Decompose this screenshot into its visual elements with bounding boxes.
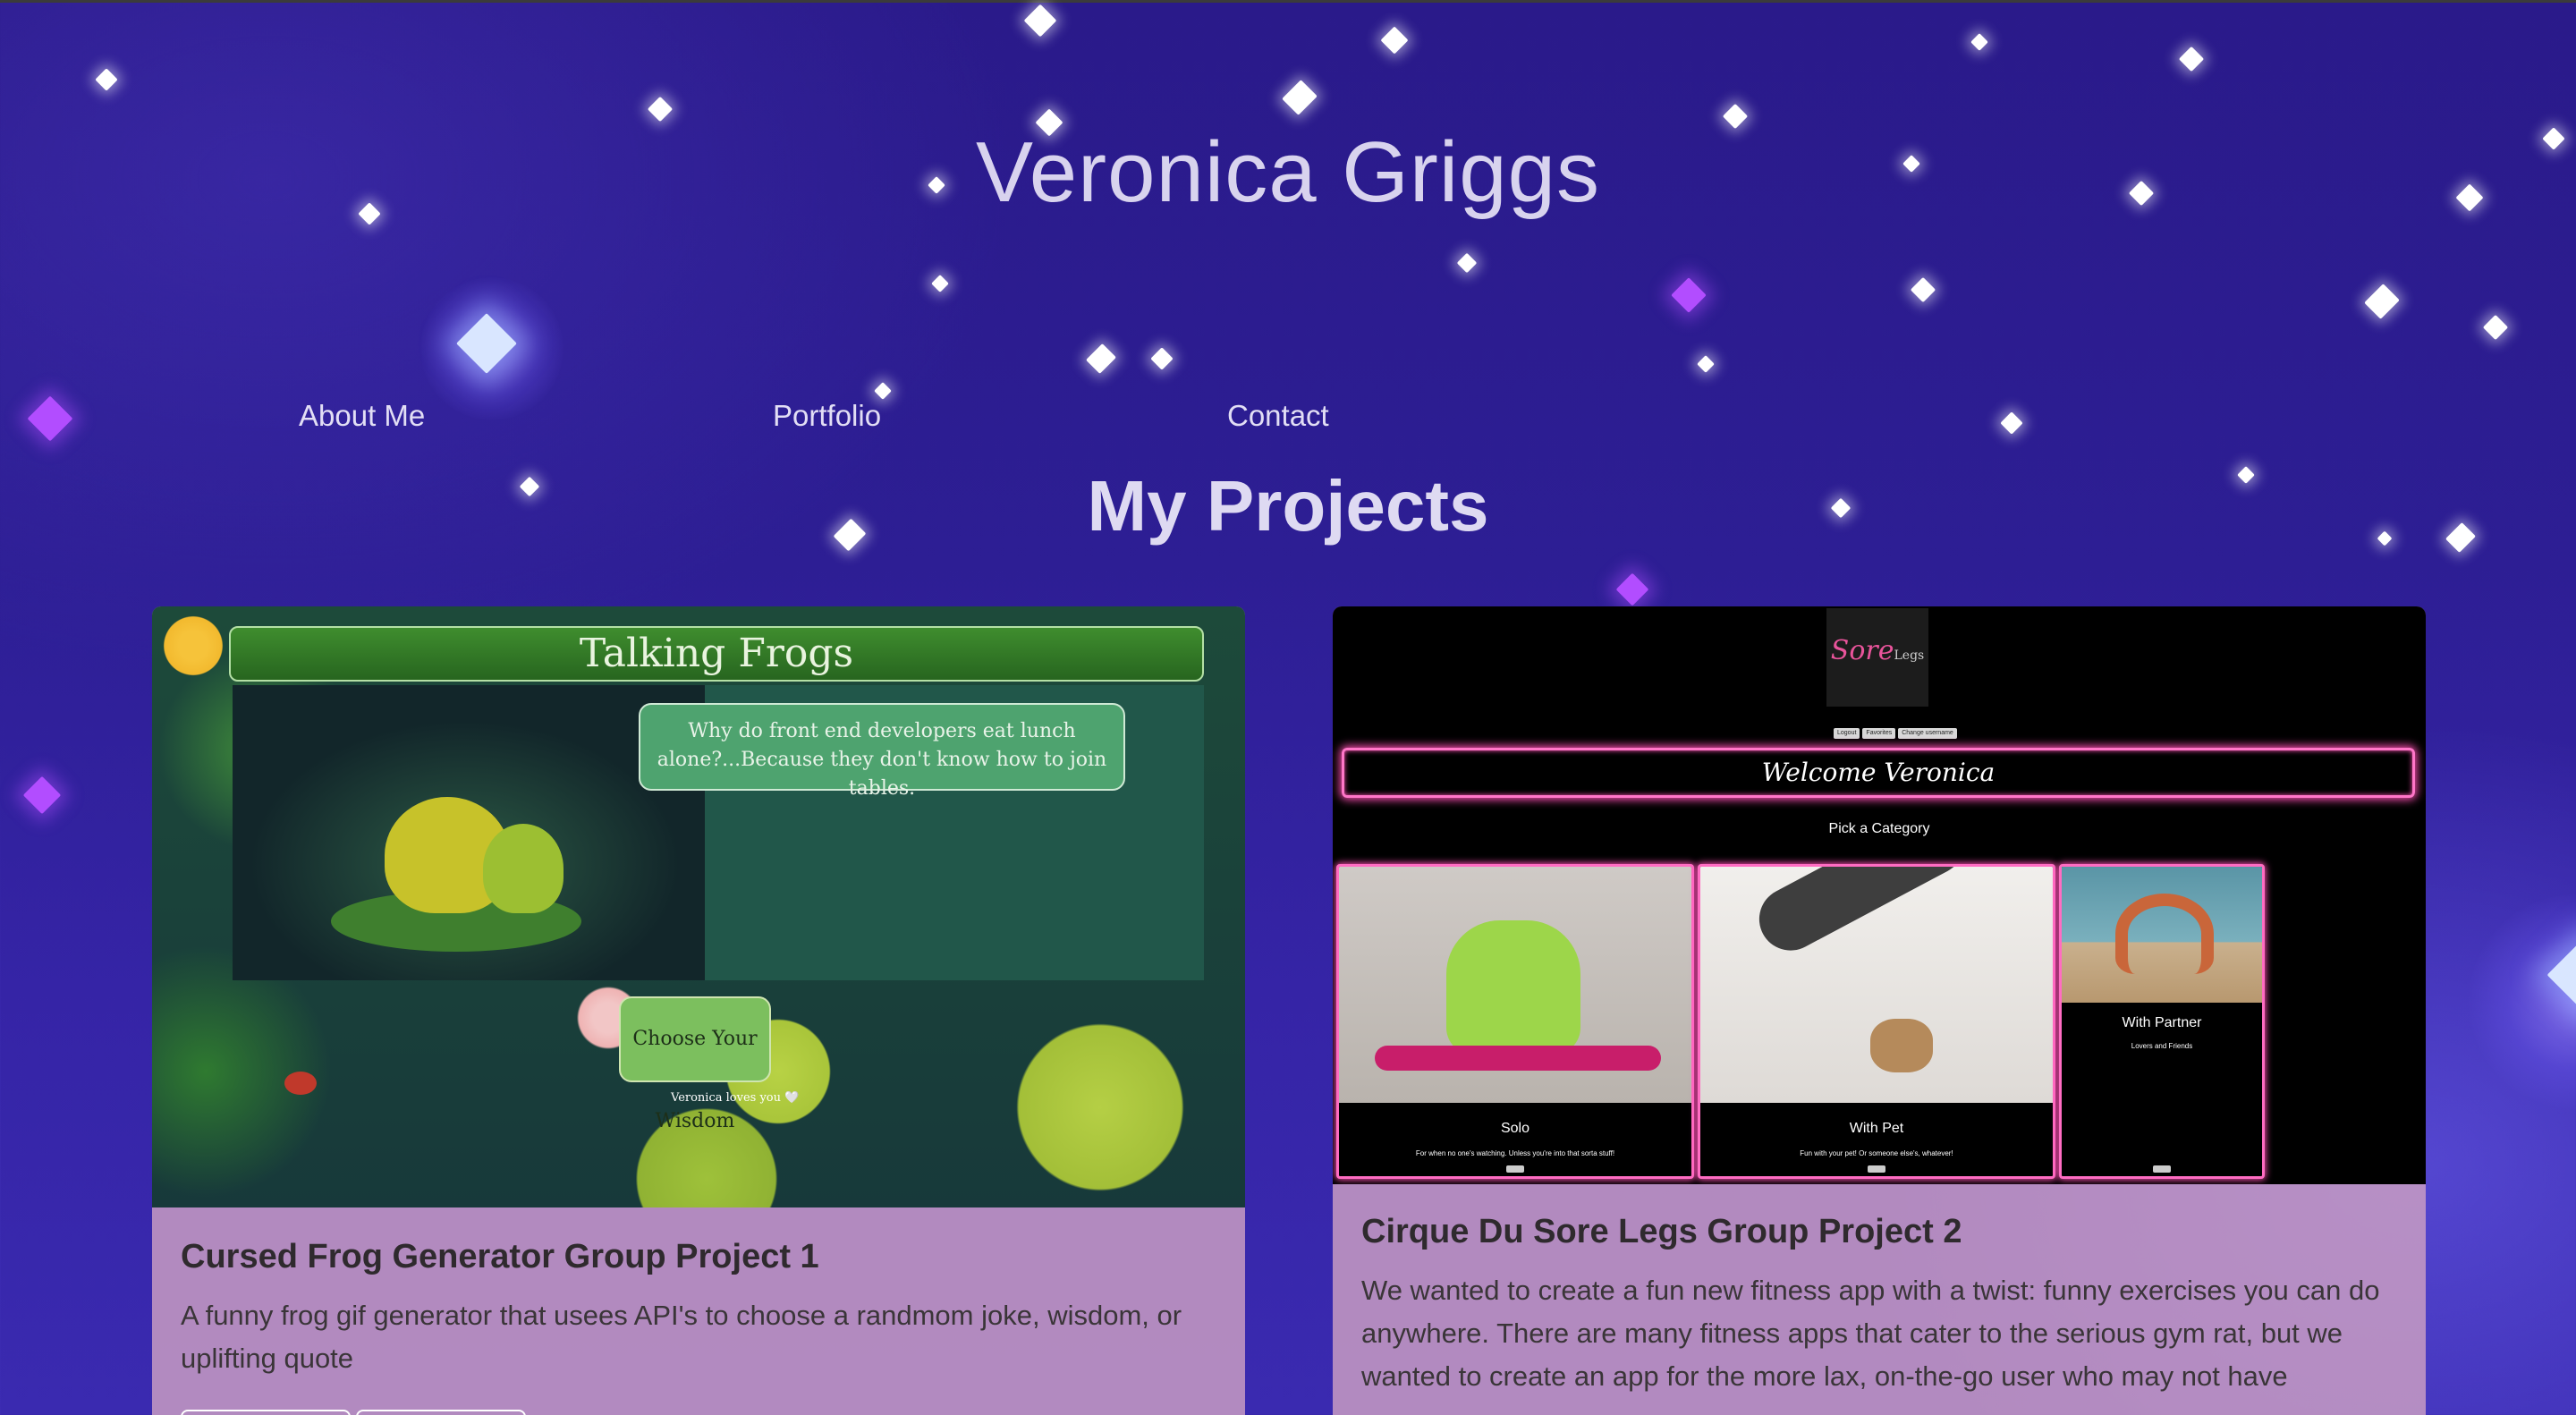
change-username-button: Change username	[1898, 728, 1957, 739]
category-card-solo: Solo For when no one's watching. Unless …	[1336, 864, 1694, 1179]
nav-link-about-me[interactable]: About Me	[299, 399, 425, 433]
category-card-with-partner: With Partner Lovers and Friends	[2059, 864, 2265, 1179]
project-description: A funny frog gif generator that usees AP…	[181, 1300, 1182, 1374]
talking-frogs-header: Talking Frogs	[229, 626, 1204, 682]
category-description: Lovers and Friends	[2131, 1042, 2193, 1050]
category-card-with-pet: With Pet Fun with your pet! Or someone e…	[1698, 864, 2055, 1179]
category-name: Solo	[1500, 1121, 1530, 1136]
sore-legs-logo: SoreLegs	[1826, 608, 1928, 707]
project-card-cirque-du-sore-legs: SoreLegs Logout Favorites Change username …	[1333, 606, 2426, 1415]
category-go-button	[2153, 1165, 2171, 1173]
nav-link-portfolio[interactable]: Portfolio	[773, 399, 881, 433]
project-buttons	[181, 1410, 531, 1415]
project-title: Cirque Du Sore Legs Group Project 2	[1361, 1213, 1962, 1250]
welcome-banner: Welcome Veronica	[1342, 748, 2415, 798]
category-description: For when no one's watching. Unless you'r…	[1415, 1149, 1615, 1157]
main-nav: About Me Portfolio Contact	[0, 399, 1431, 444]
project-repo-button[interactable]	[356, 1410, 526, 1415]
frog-credit-text: Veronica loves you 🤍	[671, 1091, 800, 1105]
category-go-button	[1506, 1165, 1524, 1173]
project-card-body: Cursed Frog Generator Group Project 1 A …	[181, 1238, 1216, 1380]
logout-button: Logout	[1834, 728, 1860, 739]
site-title: Veronica Griggs	[975, 124, 1600, 220]
category-name: With Pet	[1849, 1121, 1904, 1136]
project-screenshot-talking-frogs[interactable]: Talking Frogs Why do front end developer…	[152, 606, 1245, 1207]
partner-exercise-photo	[2062, 867, 2262, 1003]
frog-gif	[233, 685, 705, 980]
sore-legs-mini-buttons: Logout Favorites Change username	[1834, 721, 1960, 739]
project-card-body: Cirque Du Sore Legs Group Project 2 We w…	[1361, 1213, 2397, 1398]
yellow-flower-icon	[159, 612, 227, 680]
choose-wisdom-button: Choose Your Wisdom	[619, 996, 771, 1132]
ladybug-icon	[284, 1072, 317, 1095]
project-description: We wanted to create a fun new fitness ap…	[1361, 1275, 2380, 1392]
category-go-button	[1868, 1165, 1885, 1173]
project-screenshot-sore-legs[interactable]: SoreLegs Logout Favorites Change username …	[1333, 606, 2426, 1184]
project-card-cursed-frog: Talking Frogs Why do front end developer…	[152, 606, 1245, 1415]
pet-exercise-photo	[1700, 867, 2053, 1103]
nav-link-contact[interactable]: Contact	[1227, 399, 1329, 433]
pick-category-label: Pick a Category	[1828, 821, 1930, 836]
category-name: With Partner	[2122, 1015, 2202, 1030]
section-title: My Projects	[1087, 466, 1489, 546]
project-link-button[interactable]	[181, 1410, 351, 1415]
frog-joke-text: Why do front end developers eat lunch al…	[639, 703, 1125, 800]
favorites-button: Favorites	[1862, 728, 1896, 739]
project-title: Cursed Frog Generator Group Project 1	[181, 1238, 819, 1275]
window-top-border	[0, 0, 2576, 3]
category-description: Fun with your pet! Or someone else's, wh…	[1800, 1149, 1953, 1157]
solo-exercise-photo	[1339, 867, 1691, 1103]
